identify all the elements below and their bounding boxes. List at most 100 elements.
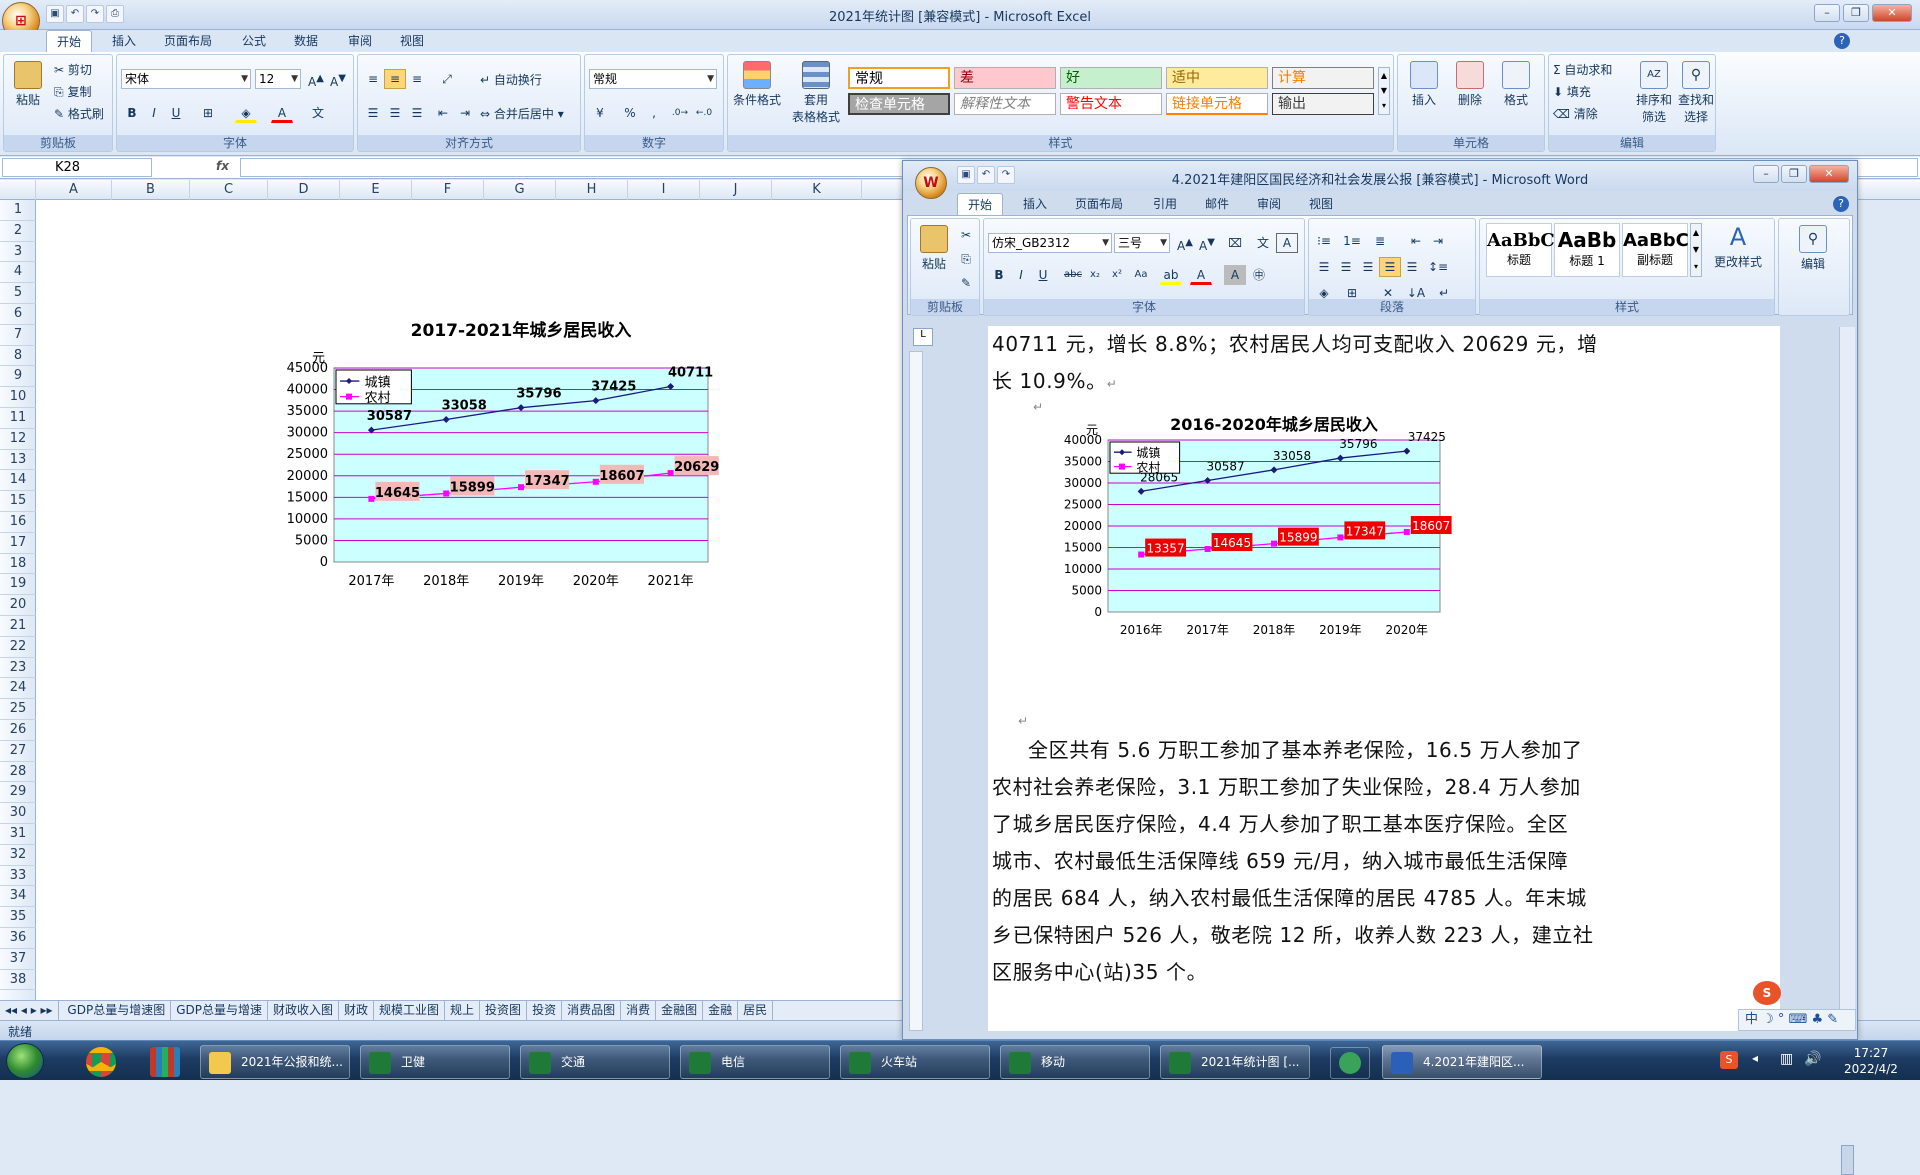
column-header[interactable]: C xyxy=(190,180,268,200)
bold-button[interactable]: B xyxy=(121,103,143,123)
find-select-button[interactable]: ⚲ 查找和 选择 xyxy=(1677,61,1715,125)
column-header[interactable]: G xyxy=(484,180,556,200)
help-icon[interactable]: ? xyxy=(1834,33,1850,49)
align-right-button[interactable]: ☰ xyxy=(406,103,428,123)
vertical-scrollbar[interactable] xyxy=(1839,327,1855,1175)
align-middle-button[interactable]: ≡ xyxy=(384,69,406,89)
sheet-tab[interactable]: 规上 xyxy=(445,1001,481,1020)
numbering-button[interactable]: 1≡ xyxy=(1341,231,1363,251)
align-center-button[interactable]: ☰ xyxy=(384,103,406,123)
row-header[interactable]: 2 xyxy=(0,221,36,242)
style-explanatory[interactable]: 解释性文本 xyxy=(954,93,1056,115)
row-header[interactable]: 37 xyxy=(0,949,36,970)
shrink-font-button[interactable]: A▼ xyxy=(1196,233,1218,253)
style-linked-cell[interactable]: 链接单元格 xyxy=(1166,93,1268,115)
style-preview-title[interactable]: AaBbC 标题 xyxy=(1486,223,1555,277)
task-excel-1[interactable]: 卫健 xyxy=(360,1045,510,1079)
chrome-icon[interactable] xyxy=(86,1047,116,1077)
row-header[interactable]: 29 xyxy=(0,782,36,804)
tab-formulas[interactable]: 公式 xyxy=(232,30,276,52)
shrink-font-button[interactable]: A▼ xyxy=(327,69,349,89)
word-income-chart[interactable]: 2016-2020年城乡居民收入元05000100001500020000250… xyxy=(1038,410,1518,710)
change-styles-button[interactable]: A 更改样式 xyxy=(1708,223,1768,270)
sheet-tab[interactable]: 投资 xyxy=(527,1001,563,1020)
brush-icon[interactable]: ✎ xyxy=(955,273,977,293)
increase-indent-button[interactable]: ⇥ xyxy=(1427,231,1449,251)
name-box[interactable]: K28 xyxy=(2,158,152,177)
row-header[interactable]: 38 xyxy=(0,970,36,991)
highlight-button[interactable]: ab xyxy=(1160,265,1182,285)
tab-insert[interactable]: 插入 xyxy=(102,30,146,52)
style-normal[interactable]: 常规 xyxy=(848,67,950,89)
clock[interactable]: 17:27 2022/4/2 xyxy=(1836,1045,1906,1077)
word-tab-insert[interactable]: 插入 xyxy=(1013,193,1057,215)
style-output[interactable]: 输出 xyxy=(1272,93,1374,115)
scissors-icon[interactable]: ✂ xyxy=(955,225,977,245)
row-header[interactable]: 13 xyxy=(0,450,36,471)
start-button[interactable] xyxy=(6,1043,44,1079)
tab-review[interactable]: 审阅 xyxy=(338,30,382,52)
task-excel-6[interactable]: 2021年统计图 [... xyxy=(1160,1045,1310,1079)
column-header[interactable]: I xyxy=(628,180,700,200)
align-top-button[interactable]: ≡ xyxy=(362,69,384,89)
task-excel-3[interactable]: 电信 xyxy=(680,1045,830,1079)
subscript-button[interactable]: x₂ xyxy=(1084,265,1106,285)
row-header[interactable]: 12 xyxy=(0,429,36,450)
column-header[interactable]: K xyxy=(772,180,862,200)
superscript-button[interactable]: x² xyxy=(1106,265,1128,285)
word-restore-button[interactable]: ❐ xyxy=(1781,165,1807,183)
delete-cells-button[interactable]: 删除 xyxy=(1450,61,1490,108)
column-header[interactable]: J xyxy=(700,180,772,200)
grow-font-button[interactable]: A▲ xyxy=(305,69,327,89)
char-border-button[interactable]: A xyxy=(1276,233,1298,253)
tray-arrow-icon[interactable]: ◂ xyxy=(1752,1051,1758,1065)
tab-view[interactable]: 视图 xyxy=(390,30,434,52)
task-excel-5[interactable]: 移动 xyxy=(1000,1045,1150,1079)
word-font-color-button[interactable]: A xyxy=(1190,265,1212,285)
char-shading-button[interactable]: A xyxy=(1224,265,1246,285)
row-header[interactable]: 24 xyxy=(0,678,36,700)
worksheet-grid[interactable]: 2017-2021年城乡居民收入元 0 5000 10000 15000 20000 250… xyxy=(36,200,902,1000)
decrease-indent-button[interactable]: ⇤ xyxy=(432,103,454,123)
row-header[interactable]: 19 xyxy=(0,574,36,596)
increase-indent-button[interactable]: ⇥ xyxy=(454,103,476,123)
underline-button[interactable]: U xyxy=(1032,265,1054,285)
phonetic-button[interactable]: 文 xyxy=(307,103,329,123)
row-header[interactable]: 7 xyxy=(0,325,36,346)
task-excel-4[interactable]: 火车站 xyxy=(840,1045,990,1079)
word-tab-layout[interactable]: 页面布局 xyxy=(1065,193,1133,215)
row-header[interactable]: 33 xyxy=(0,866,36,887)
excel-income-chart[interactable]: 2017-2021年城乡居民收入元05000100001500020000250… xyxy=(226,312,806,652)
task-word[interactable]: 4.2021年建阳区... xyxy=(1382,1045,1542,1079)
select-all-corner[interactable] xyxy=(0,180,36,200)
sheet-tab[interactable]: 居民 xyxy=(738,1001,774,1020)
row-header[interactable]: 10 xyxy=(0,387,36,408)
strikethrough-button[interactable]: abc xyxy=(1062,265,1084,285)
word-tab-home[interactable]: 开始 xyxy=(957,193,1004,216)
autosum-button[interactable]: Σ 自动求和 xyxy=(1553,61,1612,78)
italic-button[interactable]: I xyxy=(143,103,165,123)
task-app-icon[interactable] xyxy=(1330,1047,1370,1079)
tab-data[interactable]: 数据 xyxy=(284,30,328,52)
task-folder[interactable]: 2021年公报和统... xyxy=(200,1045,350,1079)
format-as-table-button[interactable]: 套用 表格格式 xyxy=(786,61,846,125)
tab-page-layout[interactable]: 页面布局 xyxy=(154,30,222,52)
row-header[interactable]: 8 xyxy=(0,346,36,367)
tab-home[interactable]: 开始 xyxy=(46,30,93,53)
sheet-tab[interactable]: 消费 xyxy=(621,1001,657,1020)
sheet-tab[interactable]: 财政 xyxy=(339,1001,375,1020)
orientation-button[interactable]: ⤢ xyxy=(436,69,458,89)
insert-cells-button[interactable]: 插入 xyxy=(1404,61,1444,108)
row-header[interactable]: 20 xyxy=(0,595,36,616)
sheet-tab[interactable]: 消费品图 xyxy=(562,1001,622,1020)
row-header[interactable]: 18 xyxy=(0,554,36,575)
sogou-tray-icon[interactable]: S xyxy=(1720,1051,1738,1069)
column-header[interactable]: D xyxy=(268,180,340,200)
network-icon[interactable]: ▥ xyxy=(1780,1051,1793,1067)
paste-button[interactable]: 粘贴 xyxy=(10,61,46,108)
align-left-button[interactable]: ☰ xyxy=(362,103,384,123)
font-name-select[interactable]: 宋体 ▼ xyxy=(121,69,251,89)
word-close-button[interactable]: ✕ xyxy=(1809,165,1849,183)
sheet-tab[interactable]: 金融 xyxy=(703,1001,739,1020)
style-warning[interactable]: 警告文本 xyxy=(1060,93,1162,115)
